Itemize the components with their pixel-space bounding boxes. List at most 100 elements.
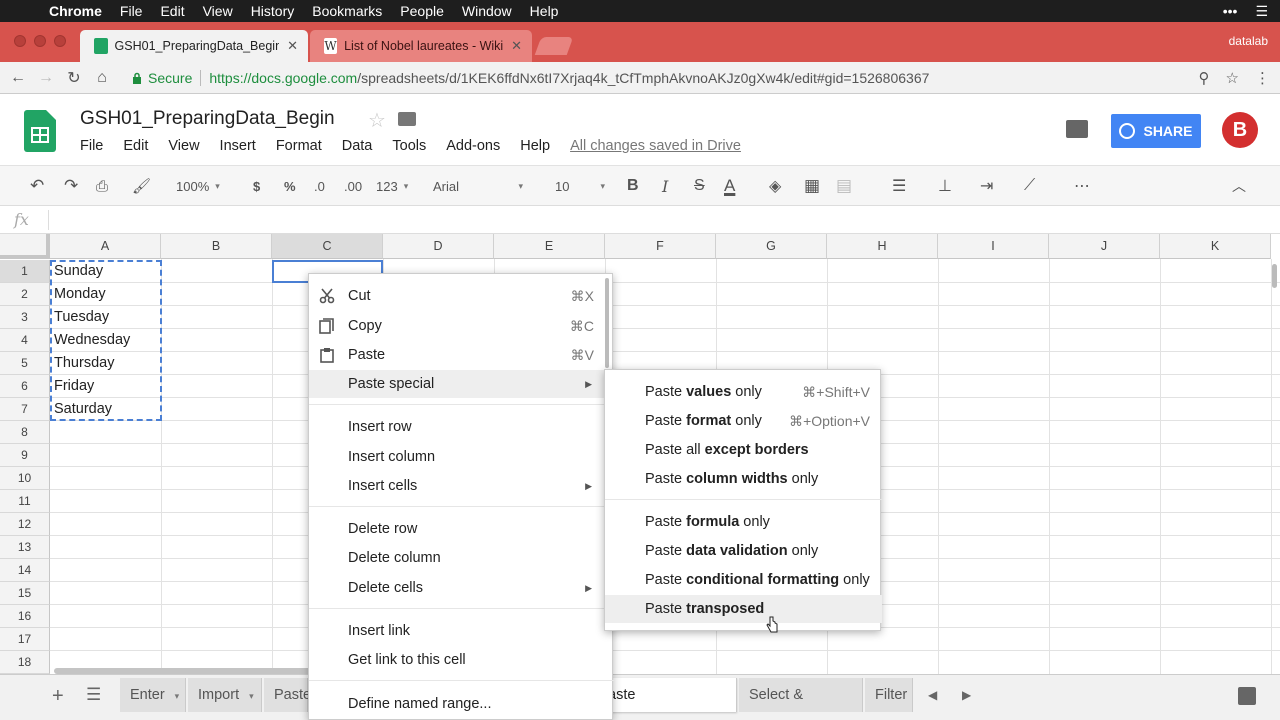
merge-cells-icon[interactable]: ▤	[836, 166, 852, 206]
url-field[interactable]: https://docs.google.com/spreadsheets/d/1…	[209, 70, 929, 86]
collapse-toolbar-icon[interactable]: ︿	[1232, 166, 1246, 206]
menu-item-insert-cells[interactable]: Insert cells ▶	[309, 472, 614, 500]
profile-name[interactable]: datalab	[1229, 34, 1268, 48]
menu-edit[interactable]: Edit	[113, 138, 158, 154]
column-header-k[interactable]: K	[1160, 234, 1271, 259]
column-header-a[interactable]: A	[50, 234, 161, 259]
home-icon[interactable]: ⌂	[88, 69, 116, 87]
row-header[interactable]: 14	[0, 559, 50, 582]
row-header[interactable]: 7	[0, 398, 50, 421]
row-header[interactable]: 18	[0, 651, 50, 674]
menu-view[interactable]: View	[158, 138, 209, 154]
row-header[interactable]: 8	[0, 421, 50, 444]
column-header-g[interactable]: G	[716, 234, 827, 259]
decrease-decimal-button[interactable]: .0	[314, 166, 325, 206]
reload-icon[interactable]: ↻	[60, 68, 88, 88]
row-header[interactable]: 10	[0, 467, 50, 490]
text-color-icon[interactable]: A	[724, 166, 735, 206]
menu-tools[interactable]: Tools	[382, 138, 436, 154]
column-header-b[interactable]: B	[161, 234, 272, 259]
document-title[interactable]: GSH01_PreparingData_Begin	[80, 108, 335, 130]
bookmark-star-icon[interactable]: ☆	[1226, 69, 1239, 87]
comment-icon[interactable]	[1066, 120, 1088, 138]
column-header-h[interactable]: H	[827, 234, 938, 259]
row-header[interactable]: 12	[0, 513, 50, 536]
row-header[interactable]: 6	[0, 375, 50, 398]
star-icon[interactable]: ☆	[368, 108, 386, 133]
menu-item-paste-conditional-formatting[interactable]: Paste conditional formatting only	[605, 566, 882, 594]
menu-item-delete-row[interactable]: Delete row	[309, 515, 614, 543]
vertical-align-icon[interactable]: ⊥	[938, 166, 952, 206]
row-header[interactable]: 5	[0, 352, 50, 375]
avatar[interactable]: B	[1222, 112, 1258, 148]
currency-format-button[interactable]: $	[253, 166, 260, 206]
mac-menu-help[interactable]: Help	[521, 3, 568, 19]
menu-item-delete-column[interactable]: Delete column	[309, 544, 614, 572]
row-header[interactable]: 11	[0, 490, 50, 513]
zoom-select[interactable]: 100%	[176, 166, 220, 206]
paint-format-icon[interactable]: 🖌	[132, 166, 151, 206]
browser-tab-sheets[interactable]: GSH01_PreparingData_Begin - ✕	[80, 30, 308, 62]
menu-item-cut[interactable]: Cut ⌘X	[309, 282, 614, 310]
row-header[interactable]: 13	[0, 536, 50, 559]
column-header-f[interactable]: F	[605, 234, 716, 259]
strikethrough-icon[interactable]: S	[694, 166, 705, 206]
mac-menu-view[interactable]: View	[194, 3, 242, 19]
undo-icon[interactable]: ↶	[30, 166, 44, 206]
row-header[interactable]: 15	[0, 582, 50, 605]
row-header[interactable]: 4	[0, 329, 50, 352]
more-toolbar-icon[interactable]: ⋯	[1074, 166, 1090, 206]
menu-item-paste-column-widths[interactable]: Paste column widths only	[605, 465, 882, 493]
font-select[interactable]: Arial ▾	[433, 166, 529, 206]
share-button[interactable]: SHARE	[1111, 114, 1201, 148]
menu-item-copy[interactable]: Copy ⌘C	[309, 312, 614, 340]
row-header[interactable]: 1	[0, 260, 50, 283]
list-icon[interactable]: ☰	[1255, 3, 1268, 20]
mac-menu-bookmarks[interactable]: Bookmarks	[303, 3, 391, 19]
sheet-tab-paste-transposed[interactable]: aste Transposed	[602, 678, 737, 712]
add-sheet-icon[interactable]: +	[52, 685, 64, 708]
close-tab-icon[interactable]: ✕	[287, 38, 298, 54]
percent-format-button[interactable]: %	[284, 166, 296, 206]
column-header-c[interactable]: C	[272, 234, 383, 259]
mac-menu-history[interactable]: History	[242, 3, 304, 19]
mac-menu-window[interactable]: Window	[453, 3, 521, 19]
column-header-d[interactable]: D	[383, 234, 494, 259]
menu-data[interactable]: Data	[332, 138, 383, 154]
menu-help[interactable]: Help	[510, 138, 560, 154]
mac-menu-file[interactable]: File	[111, 3, 152, 19]
fill-color-icon[interactable]: ◈	[769, 166, 781, 206]
secure-indicator[interactable]: Secure	[132, 70, 192, 86]
mac-menu-app[interactable]: Chrome	[40, 3, 111, 19]
select-all-corner[interactable]	[0, 234, 50, 259]
explore-icon[interactable]	[1238, 687, 1256, 705]
sheet-tab-import[interactable]: Import	[188, 678, 262, 712]
bold-icon[interactable]: B	[627, 166, 639, 206]
back-icon[interactable]: ←	[4, 69, 32, 87]
close-tab-icon[interactable]: ✕	[511, 38, 522, 54]
menu-item-define-named-range[interactable]: Define named range...	[309, 690, 614, 718]
redo-icon[interactable]: ↷	[64, 166, 78, 206]
menu-item-paste-formula-only[interactable]: Paste formula only	[605, 508, 882, 536]
mac-menu-people[interactable]: People	[391, 3, 453, 19]
menu-file[interactable]: File	[70, 138, 113, 154]
menu-item-paste[interactable]: Paste ⌘V	[309, 341, 614, 369]
borders-icon[interactable]: ▦	[804, 166, 820, 206]
menu-item-paste-data-validation[interactable]: Paste data validation only	[605, 537, 882, 565]
more-dots-icon[interactable]: •••	[1223, 3, 1238, 20]
more-formats-select[interactable]: 123	[376, 166, 408, 206]
menu-item-paste-transposed[interactable]: Paste transposed	[605, 595, 882, 623]
font-size-select[interactable]: 10 ▾	[555, 166, 607, 206]
folder-icon[interactable]	[398, 112, 416, 126]
row-header[interactable]: 2	[0, 283, 50, 306]
column-header-e[interactable]: E	[494, 234, 605, 259]
sheet-tab-paste[interactable]: Paste	[264, 678, 311, 712]
sheet-tab-enter[interactable]: Enter	[120, 678, 186, 712]
new-tab-button[interactable]	[534, 37, 574, 55]
menu-addons[interactable]: Add-ons	[436, 138, 510, 154]
menu-item-insert-link[interactable]: Insert link	[309, 617, 614, 645]
italic-icon[interactable]: I	[662, 166, 668, 206]
context-menu-scrollbar[interactable]	[605, 278, 609, 368]
row-header[interactable]: 16	[0, 605, 50, 628]
menu-item-get-link[interactable]: Get link to this cell	[309, 646, 614, 674]
